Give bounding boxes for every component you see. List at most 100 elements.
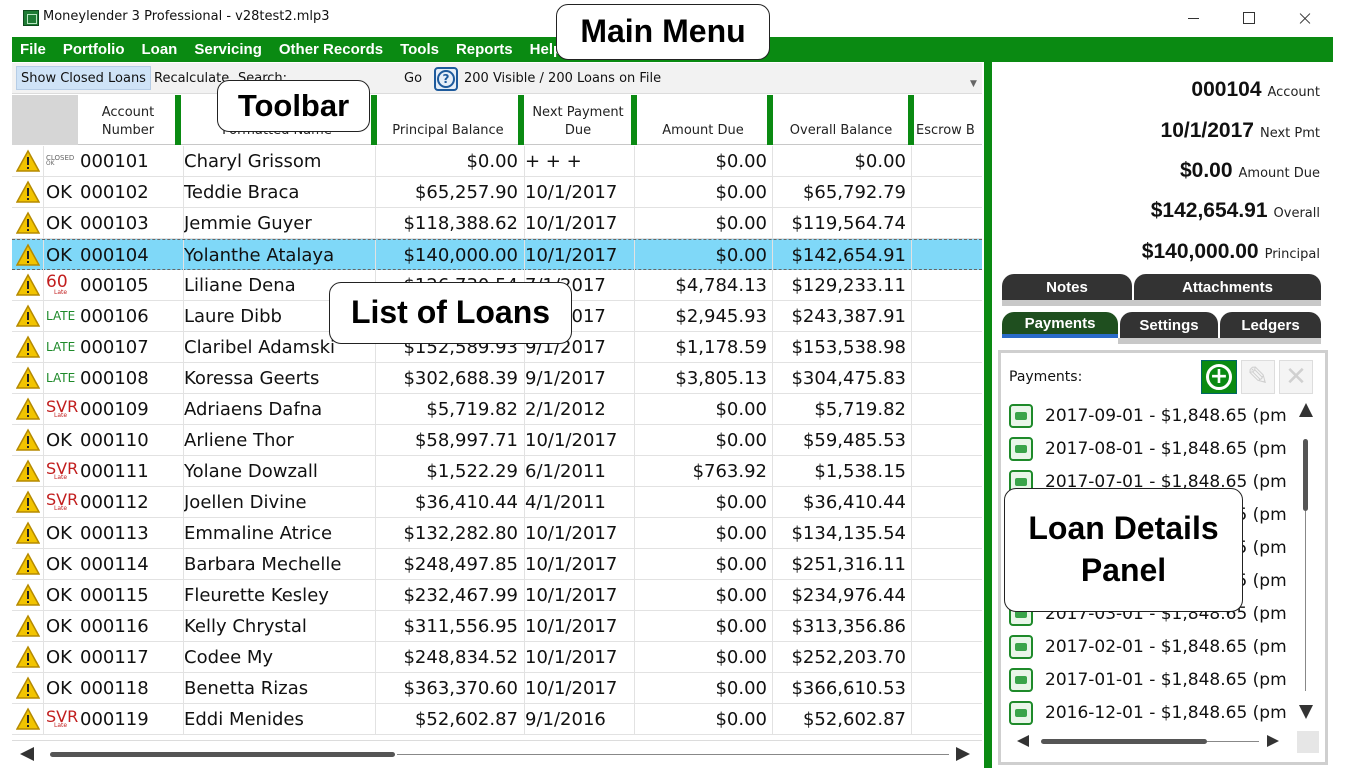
next-payment-due-cell[interactable]: 10/1/2017: [524, 580, 634, 610]
overall-balance-cell[interactable]: $119,564.74: [772, 208, 906, 238]
minimize-button[interactable]: [1170, 4, 1216, 32]
next-payment-due-cell[interactable]: 10/1/2017: [524, 611, 634, 641]
column-header-escrow[interactable]: Escrow B: [916, 95, 982, 145]
warning-icon[interactable]: [12, 704, 44, 734]
escrow-balance-cell[interactable]: [911, 301, 982, 331]
amount-due-cell[interactable]: $0.00: [634, 208, 767, 238]
warning-icon[interactable]: [12, 270, 44, 300]
overall-balance-cell[interactable]: $1,538.15: [772, 456, 906, 486]
borrower-name-cell[interactable]: Jemmie Guyer: [183, 208, 375, 238]
principal-balance-cell[interactable]: $36,410.44: [375, 487, 518, 517]
overall-balance-cell[interactable]: $142,654.91: [772, 240, 906, 270]
warning-icon[interactable]: [12, 673, 44, 703]
amount-due-cell[interactable]: $0.00: [634, 580, 767, 610]
principal-balance-cell[interactable]: $248,497.85: [375, 549, 518, 579]
delete-payment-button[interactable]: ✕: [1279, 360, 1313, 394]
overall-balance-cell[interactable]: $251,316.11: [772, 549, 906, 579]
amount-due-cell[interactable]: $0.00: [634, 146, 767, 176]
overall-balance-cell[interactable]: $0.00: [772, 146, 906, 176]
show-closed-loans-button[interactable]: Show Closed Loans: [16, 66, 151, 90]
next-payment-due-cell[interactable]: 4/1/2011: [524, 487, 634, 517]
account-number-cell[interactable]: 000109: [80, 394, 178, 424]
borrower-name-cell[interactable]: Yolane Dowzall: [183, 456, 375, 486]
amount-due-cell[interactable]: $0.00: [634, 425, 767, 455]
table-row[interactable]: OK 000103 Jemmie Guyer $118,388.62 10/1/2017…: [12, 208, 982, 239]
edit-payment-button[interactable]: ✎: [1241, 360, 1275, 394]
overall-balance-cell[interactable]: $252,203.70: [772, 642, 906, 672]
amount-due-cell[interactable]: $0.00: [634, 177, 767, 207]
account-number-cell[interactable]: 000111: [80, 456, 178, 486]
borrower-name-cell[interactable]: Yolanthe Atalaya: [183, 240, 375, 270]
table-row[interactable]: OK 000110 Arliene Thor $58,997.71 10/1/2017 $…: [12, 425, 982, 456]
warning-icon[interactable]: [12, 487, 44, 517]
overall-balance-cell[interactable]: $52,602.87: [772, 704, 906, 734]
borrower-name-cell[interactable]: Joellen Divine: [183, 487, 375, 517]
scrollbar-thumb[interactable]: [50, 752, 395, 757]
panel-splitter[interactable]: [984, 62, 992, 768]
principal-balance-cell[interactable]: $118,388.62: [375, 208, 518, 238]
scroll-left-icon[interactable]: [1017, 735, 1029, 747]
overall-balance-cell[interactable]: $366,610.53: [772, 673, 906, 703]
warning-icon[interactable]: [12, 332, 44, 362]
principal-balance-cell[interactable]: $0.00: [375, 146, 518, 176]
borrower-name-cell[interactable]: Koressa Geerts: [183, 363, 375, 393]
amount-due-cell[interactable]: $0.00: [634, 704, 767, 734]
table-row[interactable]: OK 000104 Yolanthe Atalaya $140,000.00 10/1/…: [12, 239, 982, 270]
account-number-cell[interactable]: 000107: [80, 332, 178, 362]
account-number-cell[interactable]: 000119: [80, 704, 178, 734]
payment-list-item[interactable]: 2017-09-01 - $1,848.65 (pm: [1009, 401, 1291, 431]
principal-balance-cell[interactable]: $248,834.52: [375, 642, 518, 672]
payments-horizontal-scrollbar[interactable]: [1009, 731, 1295, 751]
table-row[interactable]: OK 000102 Teddie Braca $65,257.90 10/1/2017 $…: [12, 177, 982, 208]
overall-balance-cell[interactable]: $129,233.11: [772, 270, 906, 300]
column-header-amount-due[interactable]: Amount Due: [638, 95, 768, 145]
table-row[interactable]: OK 000117 Codee My $248,834.52 10/1/2017 $0.0…: [12, 642, 982, 673]
scroll-right-icon[interactable]: [1267, 735, 1279, 747]
table-row[interactable]: CLOSED OK 000101 Charyl Grissom $0.00 + + + $0…: [12, 146, 982, 177]
scroll-right-icon[interactable]: [956, 747, 970, 761]
warning-icon[interactable]: [12, 208, 44, 238]
warning-icon[interactable]: [12, 425, 44, 455]
account-number-cell[interactable]: 000118: [80, 673, 178, 703]
table-row[interactable]: OK 000116 Kelly Chrystal $311,556.95 10/1/20…: [12, 611, 982, 642]
borrower-name-cell[interactable]: Arliene Thor: [183, 425, 375, 455]
borrower-name-cell[interactable]: Barbara Mechelle: [183, 549, 375, 579]
amount-due-cell[interactable]: $0.00: [634, 240, 767, 270]
escrow-balance-cell[interactable]: [911, 704, 982, 734]
next-payment-due-cell[interactable]: 10/1/2017: [524, 673, 634, 703]
column-resize-handle[interactable]: [175, 95, 181, 145]
borrower-name-cell[interactable]: Eddi Menides: [183, 704, 375, 734]
amount-due-cell[interactable]: $0.00: [634, 611, 767, 641]
column-resize-handle[interactable]: [908, 95, 914, 145]
borrower-name-cell[interactable]: Emmaline Atrice: [183, 518, 375, 548]
warning-icon[interactable]: [12, 363, 44, 393]
column-header-principal[interactable]: Principal Balance: [378, 95, 518, 145]
overall-balance-cell[interactable]: $65,792.79: [772, 177, 906, 207]
amount-due-cell[interactable]: $1,178.59: [634, 332, 767, 362]
principal-balance-cell[interactable]: $1,522.29: [375, 456, 518, 486]
overall-balance-cell[interactable]: $36,410.44: [772, 487, 906, 517]
principal-balance-cell[interactable]: $65,257.90: [375, 177, 518, 207]
principal-balance-cell[interactable]: $311,556.95: [375, 611, 518, 641]
escrow-balance-cell[interactable]: [911, 332, 982, 362]
escrow-balance-cell[interactable]: [911, 611, 982, 641]
account-number-cell[interactable]: 000104: [80, 240, 178, 270]
borrower-name-cell[interactable]: Adriaens Dafna: [183, 394, 375, 424]
escrow-balance-cell[interactable]: [911, 425, 982, 455]
help-button[interactable]: ?: [434, 67, 458, 91]
tab-payments[interactable]: Payments: [1002, 312, 1118, 338]
escrow-balance-cell[interactable]: [911, 580, 982, 610]
next-payment-due-cell[interactable]: 10/1/2017: [524, 549, 634, 579]
payment-list-item[interactable]: 2017-01-01 - $1,848.65 (pm: [1009, 665, 1291, 695]
principal-balance-cell[interactable]: $5,719.82: [375, 394, 518, 424]
amount-due-cell[interactable]: $2,945.93: [634, 301, 767, 331]
add-payment-button[interactable]: +: [1201, 360, 1237, 394]
borrower-name-cell[interactable]: Teddie Braca: [183, 177, 375, 207]
account-number-cell[interactable]: 000112: [80, 487, 178, 517]
principal-balance-cell[interactable]: $363,370.60: [375, 673, 518, 703]
column-header-account[interactable]: Account Number: [82, 95, 174, 145]
escrow-balance-cell[interactable]: [911, 518, 982, 548]
next-payment-due-cell[interactable]: 10/1/2017: [524, 177, 634, 207]
escrow-balance-cell[interactable]: [911, 642, 982, 672]
scroll-left-icon[interactable]: [20, 747, 34, 761]
